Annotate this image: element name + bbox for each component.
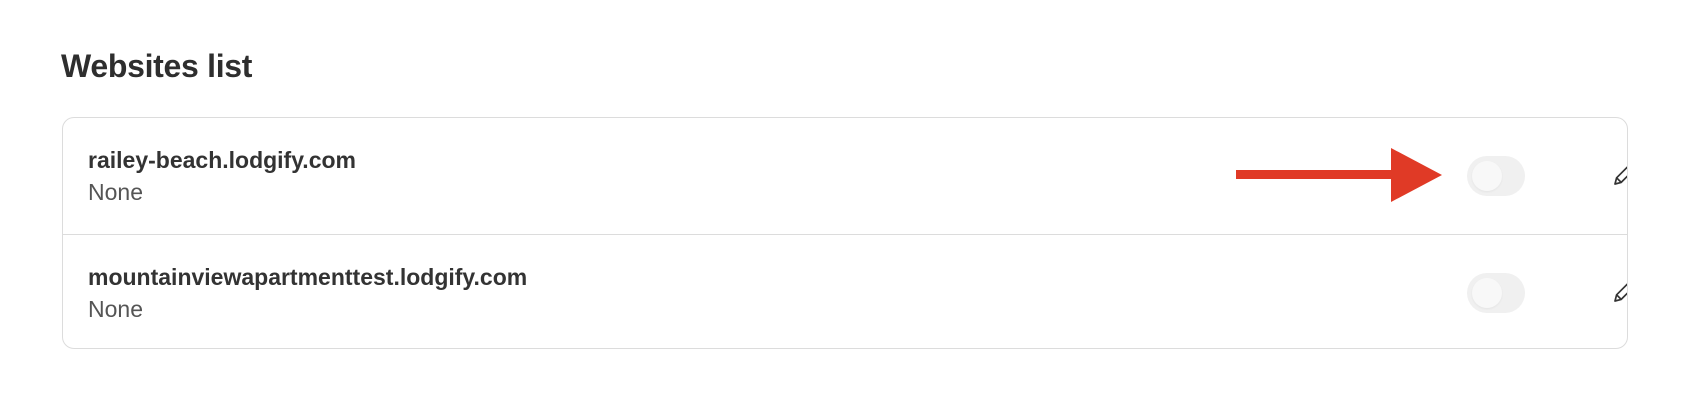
- page-title: Websites list: [61, 48, 253, 84]
- website-domain: mountainviewapartmenttest.lodgify.com: [88, 264, 528, 290]
- edit-website-button[interactable]: [1609, 275, 1627, 307]
- website-row: mountainviewapartmenttest.lodgify.com No…: [63, 234, 1627, 348]
- website-status: None: [88, 296, 143, 322]
- toggle-knob: [1472, 161, 1502, 191]
- website-domain: railey-beach.lodgify.com: [88, 147, 356, 173]
- pencil-icon: [1614, 166, 1627, 185]
- pencil-icon: [1614, 283, 1627, 302]
- website-status: None: [88, 179, 143, 205]
- website-enable-toggle[interactable]: [1467, 156, 1525, 196]
- edit-website-button[interactable]: [1609, 158, 1627, 190]
- toggle-knob: [1472, 278, 1502, 308]
- arrow-right-icon: [1236, 148, 1442, 202]
- website-enable-toggle[interactable]: [1467, 273, 1525, 313]
